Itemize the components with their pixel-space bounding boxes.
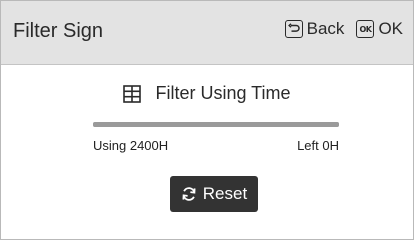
grid-icon	[123, 84, 142, 103]
reset-button[interactable]: Reset	[170, 176, 258, 212]
refresh-icon	[181, 186, 197, 202]
back-label: Back	[306, 19, 345, 38]
back-button[interactable]: Back	[284, 19, 345, 39]
usage-row: Using 2400H Left 0H	[93, 138, 339, 153]
page-title: Filter Sign	[13, 20, 104, 42]
left-hours-label: Left 0H	[297, 138, 339, 153]
ok-icon: OK	[356, 20, 375, 38]
filter-progress-bar	[93, 122, 339, 127]
filter-using-time-heading: Filter Using Time	[1, 83, 413, 104]
filter-sign-screen: Filter Sign Back OK OK Filter Using Time…	[0, 0, 414, 240]
ok-button[interactable]: OK OK	[356, 19, 403, 39]
header-actions: Back OK OK	[284, 19, 403, 39]
filter-progress-fill	[93, 122, 339, 127]
ok-label: OK	[378, 19, 403, 38]
back-return-icon	[284, 20, 303, 38]
reset-label: Reset	[202, 184, 248, 203]
using-hours-label: Using 2400H	[93, 138, 169, 153]
header-bar: Filter Sign Back OK OK	[1, 1, 413, 65]
heading-label: Filter Using Time	[155, 83, 291, 103]
